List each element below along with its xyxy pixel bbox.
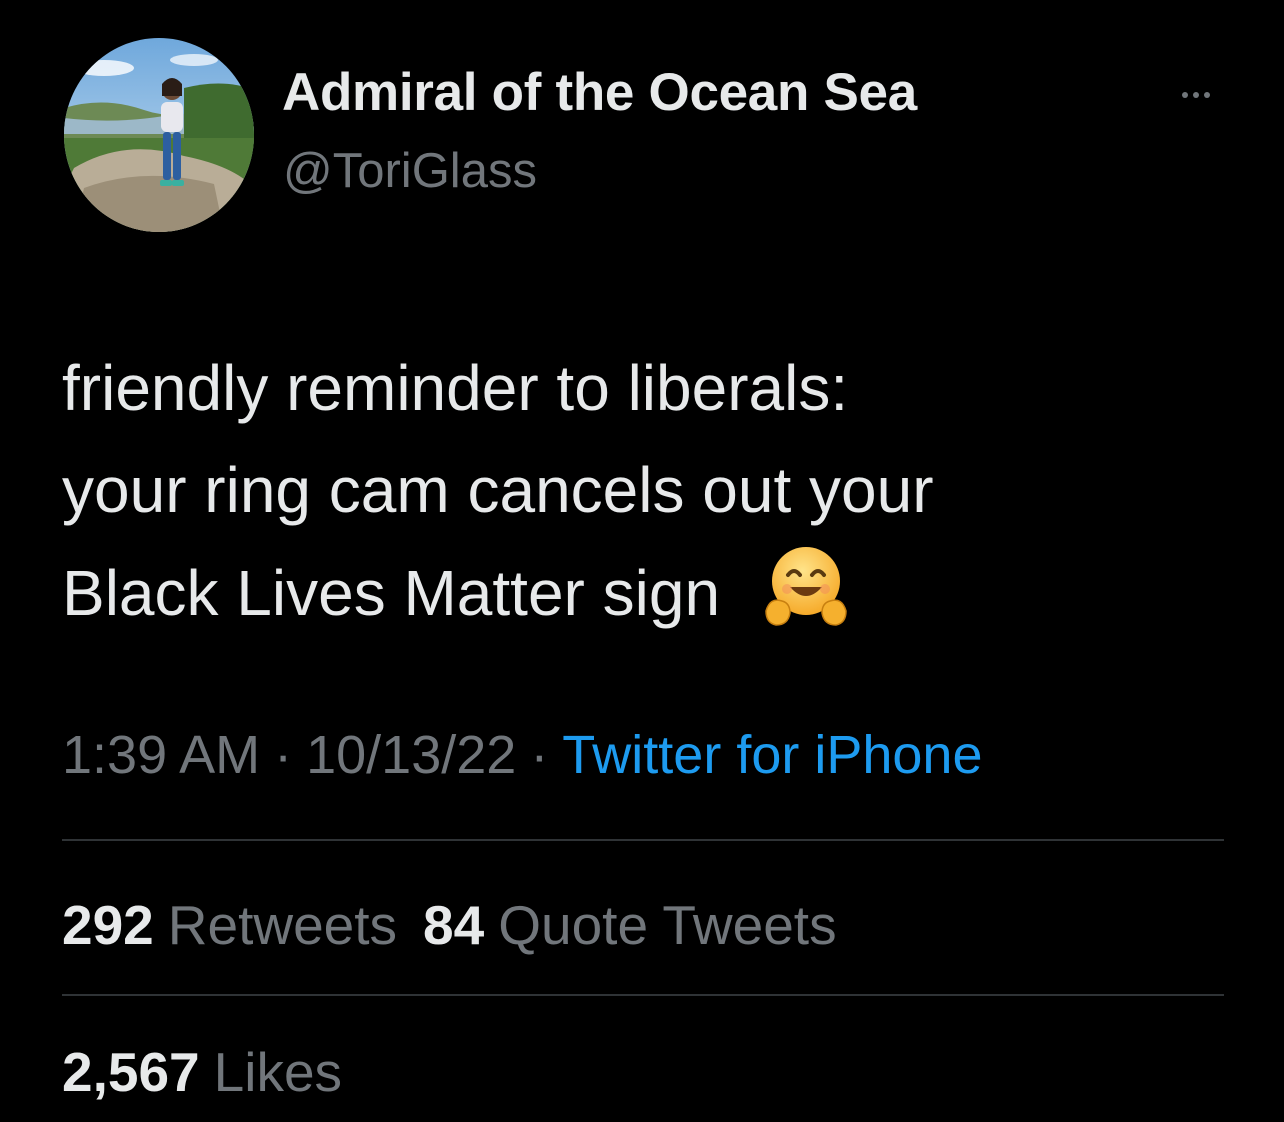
- retweets-label: Retweets: [167, 894, 398, 956]
- more-dots-icon: [1182, 92, 1188, 98]
- display-name[interactable]: Admiral of the Ocean Sea: [282, 62, 917, 123]
- tweet-meta: 1:39 AM · 10/13/22 · Twitter for iPhone: [62, 724, 982, 786]
- tweet-time[interactable]: 1:39 AM: [62, 725, 260, 785]
- divider: [62, 839, 1224, 841]
- retweets-stat[interactable]: 292 Retweets: [62, 894, 397, 956]
- quote-tweets-stat[interactable]: 84 Quote Tweets: [423, 894, 837, 956]
- more-dots-icon: [1193, 92, 1199, 98]
- avatar-photo-icon: [64, 38, 254, 232]
- divider: [62, 994, 1224, 996]
- more-dots-icon: [1204, 92, 1210, 98]
- more-options-button[interactable]: [1168, 78, 1224, 112]
- tweet-text: friendly reminder to liberals: your ring…: [62, 337, 1252, 643]
- tweet-detail: Admiral of the Ocean Sea @ToriGlass frie…: [0, 0, 1284, 1122]
- likes-stats: 2,567 Likes: [62, 1040, 368, 1104]
- tweet-text-line: Black Lives Matter sign: [62, 541, 1252, 643]
- retweets-count: 292: [62, 894, 154, 956]
- tweet-date[interactable]: 10/13/22: [306, 725, 516, 785]
- tweet-text-line-content: Black Lives Matter sign: [62, 557, 721, 629]
- avatar[interactable]: [64, 38, 254, 232]
- tweet-source-link[interactable]: Twitter for iPhone: [562, 725, 982, 785]
- quote-tweets-count: 84: [423, 894, 485, 956]
- likes-label: Likes: [213, 1041, 343, 1103]
- tweet-text-line: your ring cam cancels out your: [62, 454, 934, 526]
- tweet-text-line: friendly reminder to liberals:: [62, 352, 849, 424]
- meta-separator: ·: [530, 725, 549, 785]
- quote-tweets-label: Quote Tweets: [498, 894, 837, 956]
- engagement-stats: 292 Retweets 84 Quote Tweets: [62, 893, 863, 957]
- likes-count: 2,567: [62, 1041, 200, 1103]
- meta-separator: ·: [274, 725, 293, 785]
- likes-stat[interactable]: 2,567 Likes: [62, 1041, 342, 1103]
- hugging-face-emoji-icon: [760, 541, 852, 633]
- user-handle[interactable]: @ToriGlass: [283, 143, 537, 199]
